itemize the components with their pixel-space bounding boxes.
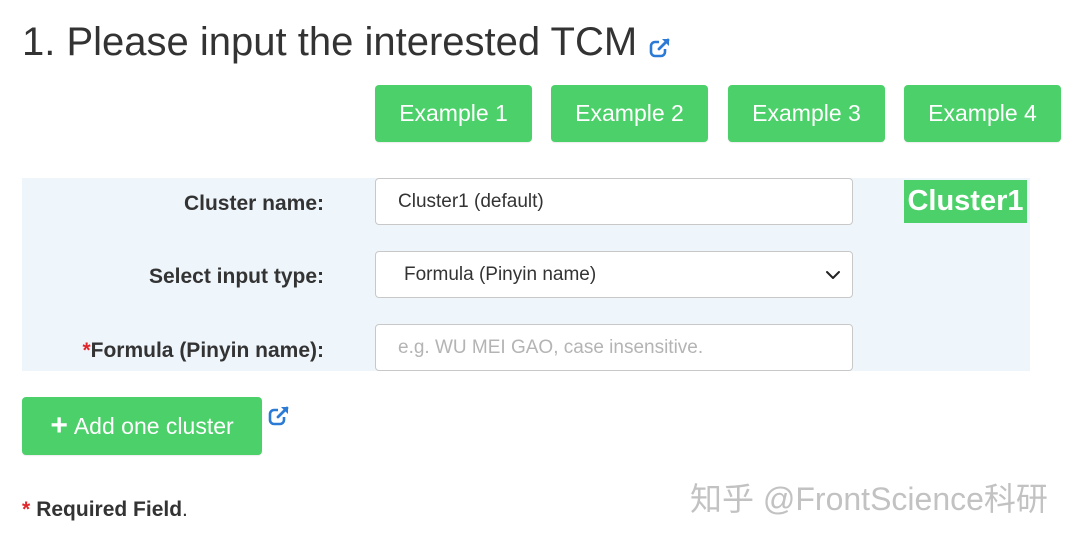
input-type-label: Select input type: — [148, 265, 324, 288]
add-cluster-button[interactable]: + Add one cluster — [22, 397, 262, 455]
example-2-button[interactable]: Example 2 — [551, 85, 708, 142]
page: 1. Please input the interested TCM Examp… — [0, 0, 1080, 539]
page-title: 1. Please input the interested TCM — [22, 20, 672, 65]
required-star: * — [22, 498, 31, 521]
example-3-button[interactable]: Example 3 — [728, 85, 885, 142]
required-asterisk: * — [82, 339, 91, 362]
example-1-button[interactable]: Example 1 — [375, 85, 532, 142]
required-field-text: Required Field — [36, 498, 183, 521]
input-type-select[interactable]: Formula (Pinyin name) — [375, 251, 853, 298]
external-link-icon[interactable] — [268, 405, 290, 427]
add-cluster-label: Add one cluster — [73, 412, 234, 439]
required-field-note: * Required Field. — [22, 498, 188, 522]
formula-label: *Formula (Pinyin name): — [82, 339, 324, 363]
external-link-icon[interactable] — [649, 24, 672, 58]
chevron-down-icon — [824, 266, 842, 284]
cluster-badge: Cluster1 — [904, 180, 1027, 223]
formula-input[interactable] — [375, 324, 853, 371]
watermark: 知乎 @FrontScience科研 — [690, 481, 1048, 517]
example-4-button[interactable]: Example 4 — [904, 85, 1061, 142]
formula-label-text: Formula (Pinyin name): — [90, 339, 324, 362]
input-type-selected-value: Formula (Pinyin name) — [404, 263, 597, 285]
plus-icon: + — [50, 409, 68, 442]
page-title-text: 1. Please input the interested TCM — [22, 20, 638, 64]
cluster-name-input[interactable] — [375, 178, 853, 225]
cluster-name-label: Cluster name: — [183, 192, 324, 215]
required-field-period: . — [182, 498, 188, 521]
